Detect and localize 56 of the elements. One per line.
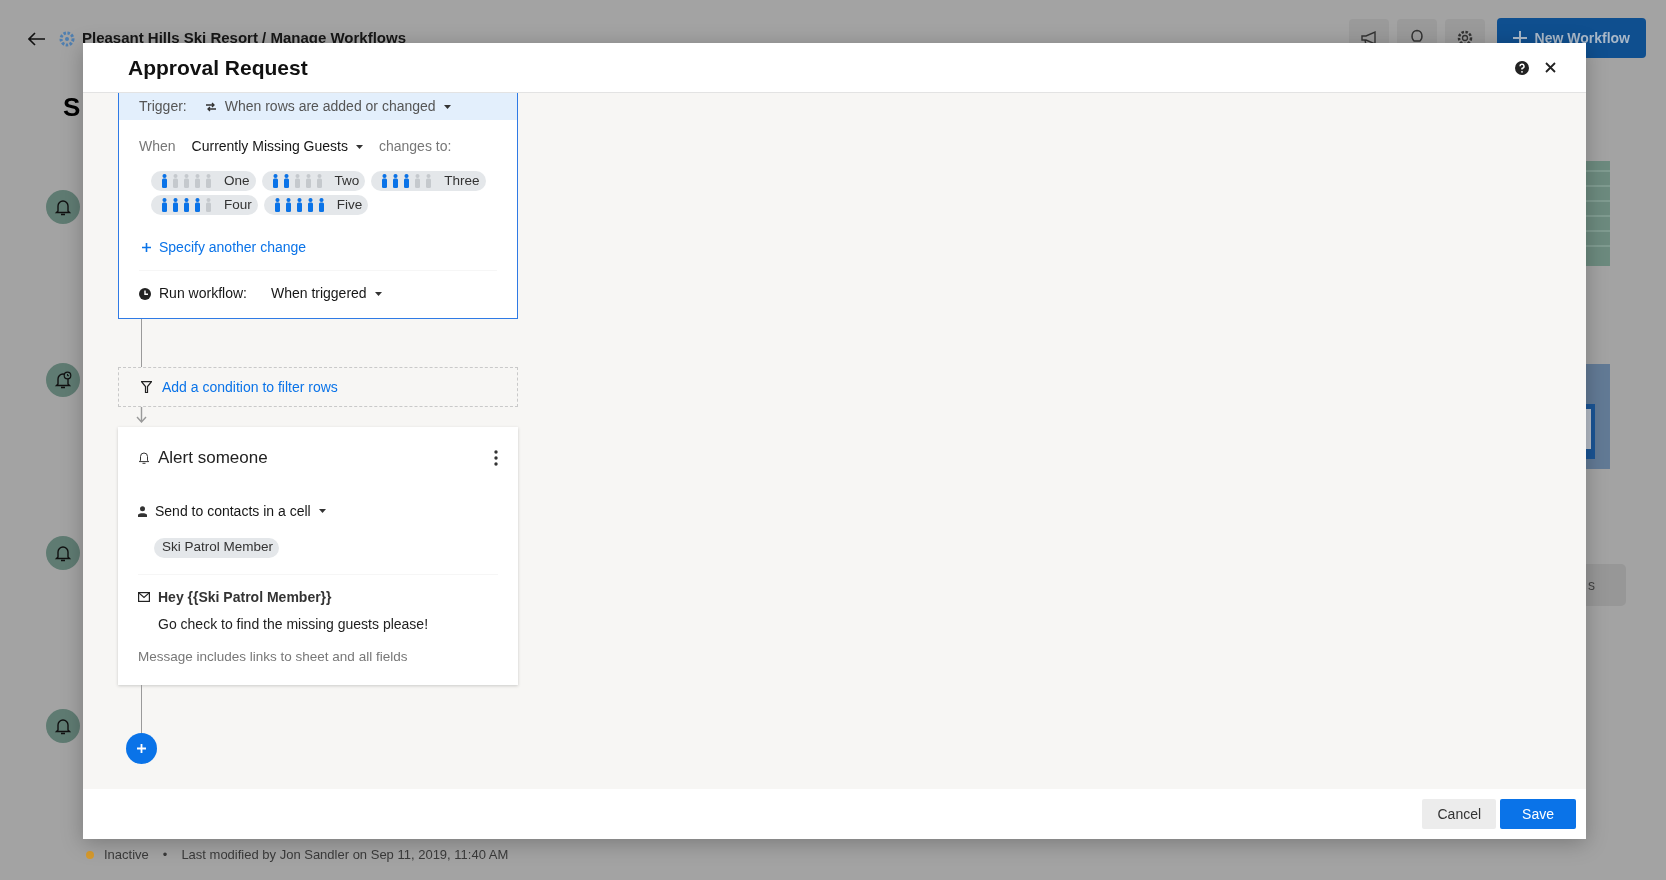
message-note: Message includes links to sheet and all fields [138,647,409,666]
plus-icon [1512,31,1527,45]
caret-icon [374,291,382,296]
contact-chip[interactable]: Ski Patrol Member [154,537,280,558]
add-step-button[interactable] [126,732,157,764]
envelope-icon [138,592,150,602]
workflow-icon [46,709,80,743]
caret-icon [443,104,451,109]
workflow-icon [46,363,80,397]
caret-icon [318,509,326,513]
more-options-icon[interactable] [494,449,498,466]
value-chip[interactable]: Three [371,171,486,191]
filter-link[interactable]: Add a condition to filter rows [162,376,338,398]
filter-condition-box[interactable]: Add a condition to filter rows [118,367,518,407]
rows-icon [204,101,217,112]
caret-icon [355,144,363,149]
value-chip[interactable]: Four [151,195,258,215]
message-body: Go check to find the missing guests please! [158,614,430,634]
people-meter [159,198,214,212]
trigger-label: Trigger: [139,97,187,116]
page-heading: S [63,94,81,120]
action-title: Alert someone [158,447,268,469]
run-workflow-label: Run workflow: [159,284,247,303]
close-icon[interactable] [1545,62,1556,73]
person-icon [138,505,147,517]
workflow-icon [46,190,80,224]
plus-icon [142,243,151,252]
save-button[interactable]: Save [1500,799,1576,829]
value-chip[interactable]: One [151,171,256,191]
megaphone-icon [1359,30,1378,46]
help-icon[interactable] [1515,60,1529,75]
changes-to-label: changes to: [378,137,452,156]
message-subject: Hey {{Ski Patrol Member}} [158,587,332,607]
people-meter [159,174,214,188]
trigger-dropdown[interactable]: When rows are added or changed [204,96,451,117]
arrow-icon [136,407,147,423]
value-chip[interactable]: Two [261,171,366,191]
back-arrow-icon[interactable] [28,31,46,46]
clock-icon [139,287,151,300]
bell-icon [138,451,150,465]
add-change-link[interactable]: Specify another change [142,237,307,258]
column-dropdown[interactable]: Currently Missing Guests [191,136,363,157]
last-modified-text: Last modified by Jon Sandler on Sep 11, 2019, 11:40 AM [181,846,509,865]
workflow-icon [46,536,80,570]
filter-icon [141,381,152,393]
separator-dot: • [162,846,168,865]
status-label: Inactive [104,846,149,865]
recipients-dropdown[interactable]: Send to contacts in a cell [155,500,326,522]
modal-title: Approval Request [128,54,308,81]
gear-icon [58,29,76,48]
plus-icon [137,743,146,753]
value-chip[interactable]: Five [263,195,369,215]
cancel-button[interactable]: Cancel [1422,799,1497,829]
run-workflow-dropdown[interactable]: When triggered [270,283,382,304]
when-label: When [139,137,176,156]
page-title: Pleasant Hills Ski Resort / Manage Workflows [82,27,406,48]
